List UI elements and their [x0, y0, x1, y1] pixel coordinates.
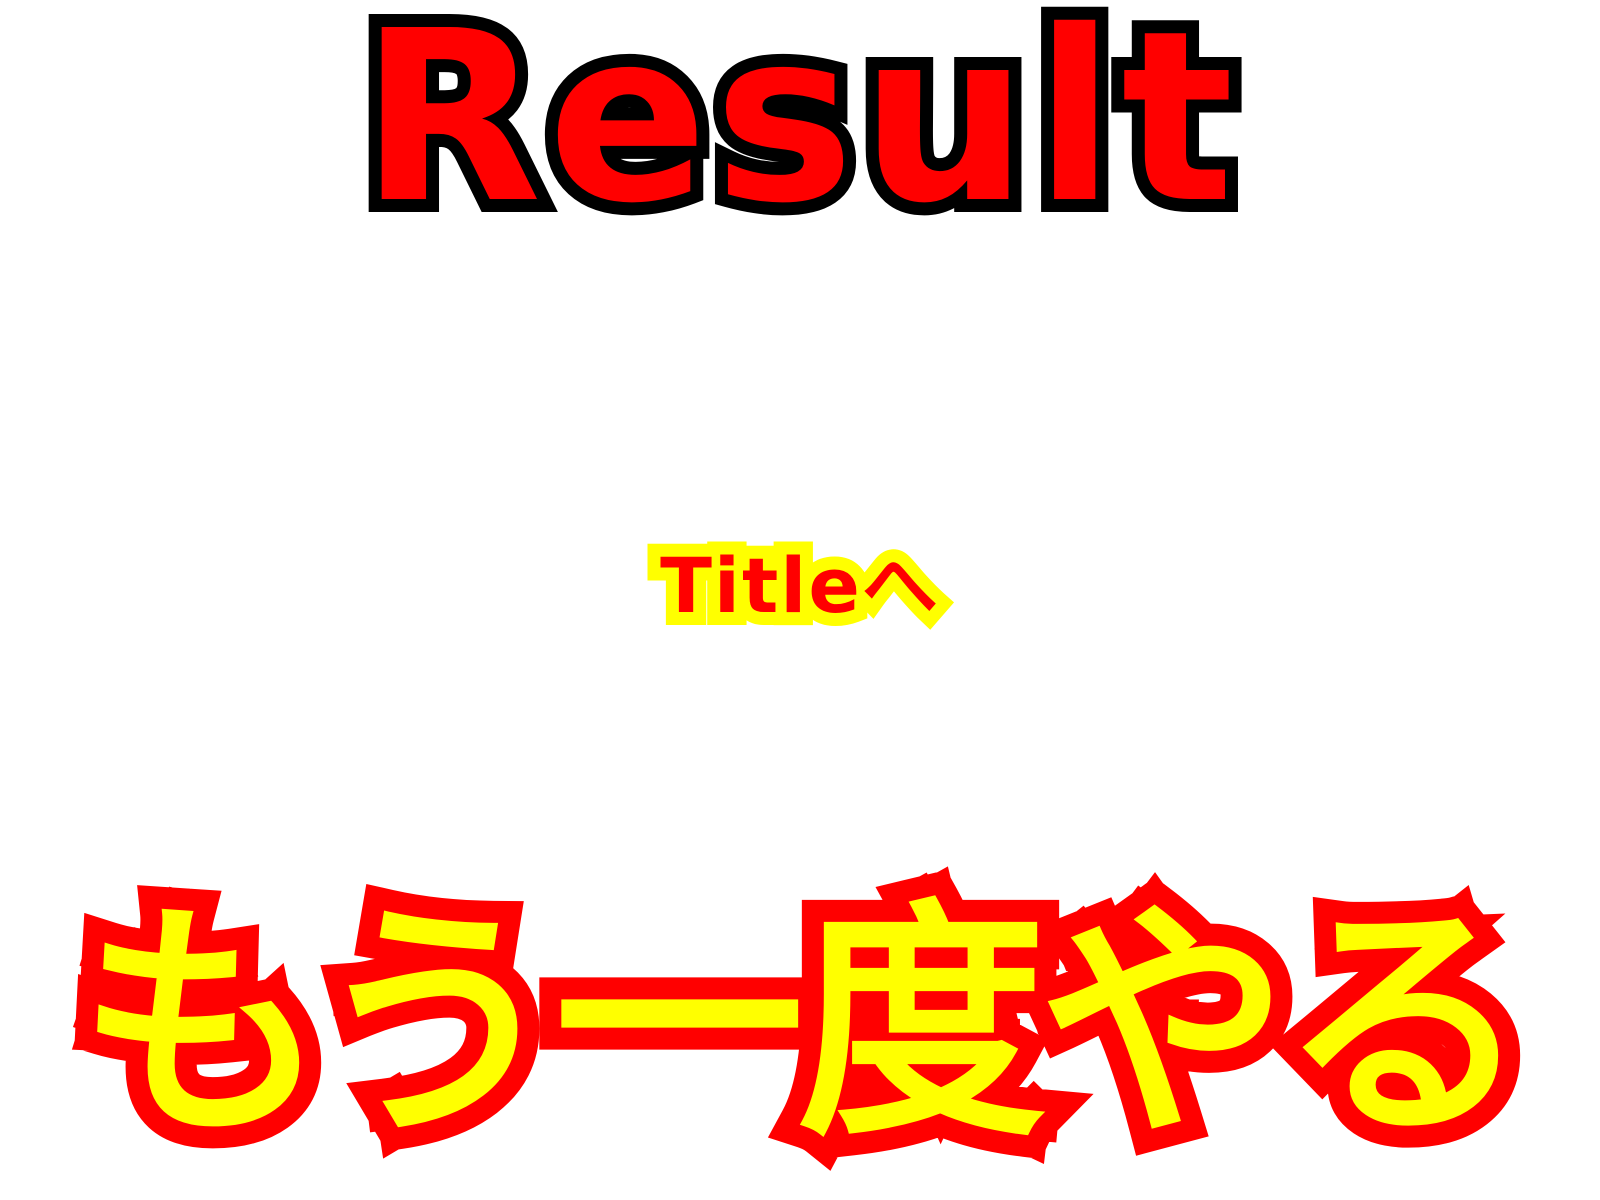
result-title: Result [347, 0, 1247, 255]
retry-button[interactable]: もう一度やる [0, 878, 1600, 1172]
result-screen: Result Titleへ もう一度やる [0, 0, 1600, 1200]
back-to-title-button[interactable]: Titleへ [0, 535, 1600, 637]
